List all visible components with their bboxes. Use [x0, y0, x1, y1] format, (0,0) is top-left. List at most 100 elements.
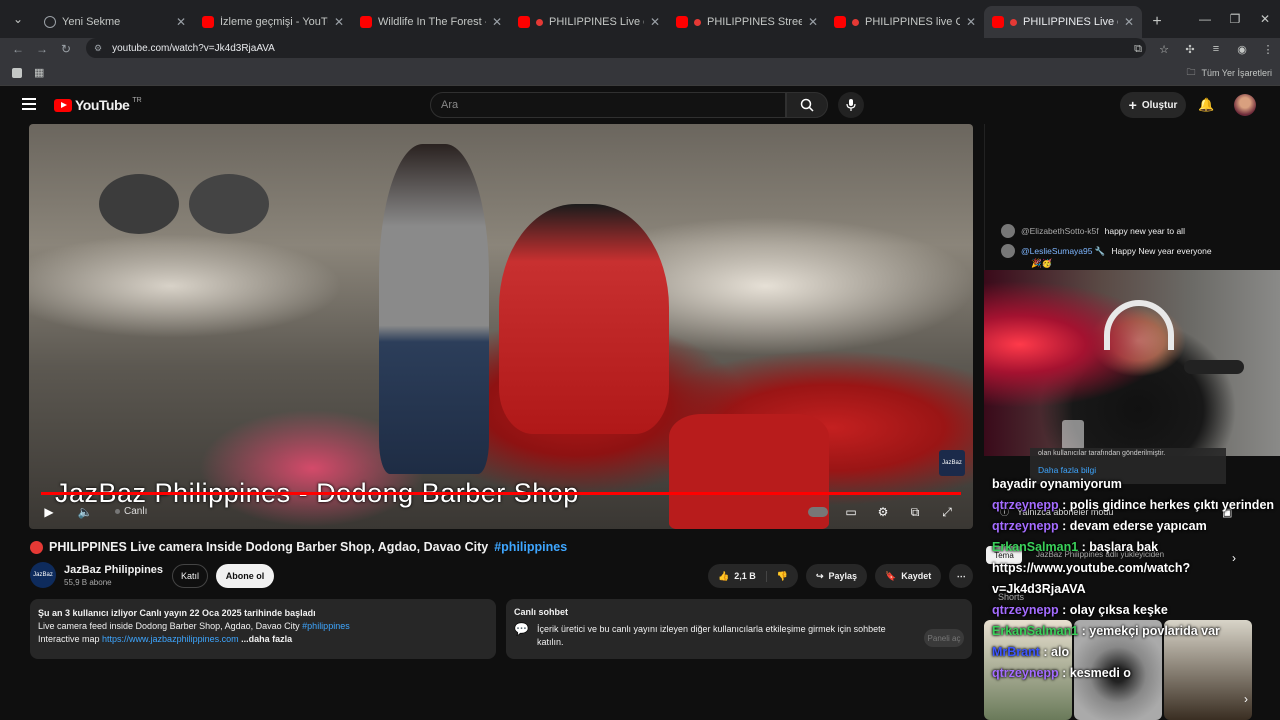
all-bookmarks[interactable]: 🗀 Tüm Yer İşaretleri — [1186, 65, 1272, 81]
description-map-link[interactable]: https://www.jazbazphilippines.com — [102, 634, 239, 644]
tab-close-icon[interactable]: ✕ — [808, 15, 818, 29]
stream-chat-user: qtrzeynepp — [992, 603, 1059, 617]
browser-tab[interactable]: PHILIPPINES Live camera Va ✕ — [510, 6, 668, 38]
restore-icon[interactable]: ❐ — [1220, 0, 1250, 38]
like-button[interactable]: 👍 2,1 B — [718, 570, 767, 582]
browser-tab[interactable]: PHILIPPINES Live camera In ✕ — [984, 6, 1142, 38]
subscribe-button[interactable]: Abone ol — [216, 564, 274, 588]
notifications-bell-icon[interactable]: 🔔 — [1198, 97, 1214, 113]
channel-watermark[interactable]: JazBaz — [939, 450, 965, 476]
save-button[interactable]: 🔖 Kaydet — [875, 564, 942, 588]
more-actions-button[interactable]: ⋯ — [949, 564, 974, 588]
settings-gear-icon[interactable]: ⚙ — [873, 502, 893, 522]
chat-panel: @ElizabethSotto-k5f happy new year to all… — [984, 124, 1252, 274]
tab-close-icon[interactable]: ✕ — [176, 15, 186, 29]
youtube-logo[interactable]: YouTube TR — [54, 97, 142, 113]
show-more-link[interactable]: ...daha fazla — [239, 634, 292, 644]
description-line1: Live camera feed inside Dodong Barber Sh… — [38, 620, 488, 633]
autoplay-toggle[interactable] — [807, 502, 829, 522]
progress-bar[interactable] — [41, 492, 961, 495]
bookmark-star-icon[interactable]: ☆ — [1156, 43, 1172, 56]
live-indicator[interactable]: Canlı — [115, 506, 147, 517]
search-input[interactable]: Ara — [430, 92, 786, 118]
profile-icon[interactable]: ◉ — [1234, 43, 1250, 56]
stream-chat-text: : alo — [1039, 645, 1070, 659]
description-line2: Interactive map https://www.jazbazphilip… — [38, 633, 488, 646]
chat-avatar[interactable] — [1001, 224, 1015, 238]
tab-search-icon[interactable]: ⌄ — [0, 0, 36, 38]
hair-dryer-left — [99, 174, 179, 234]
chat-text: happy new year to all — [1104, 226, 1185, 236]
volume-icon[interactable]: 🔈 — [75, 502, 95, 522]
extensions-icon[interactable]: ✣ — [1182, 43, 1198, 56]
youtube-icon — [202, 16, 214, 28]
guide-menu-icon[interactable] — [22, 98, 36, 110]
chat-username[interactable]: @ElizabethSotto-k5f — [1021, 226, 1099, 236]
tab-close-icon[interactable]: ✕ — [966, 15, 976, 29]
media-icon[interactable]: ≡ — [1208, 43, 1224, 55]
tab-close-icon[interactable]: ✕ — [650, 15, 660, 29]
channel-info: JazBaz JazBaz Philippines 55,9 B abone — [30, 562, 163, 588]
dislike-button[interactable]: 👎 — [767, 571, 798, 582]
youtube-icon — [834, 16, 846, 28]
search-icon — [800, 98, 814, 112]
join-button[interactable]: Katıl — [172, 564, 208, 588]
description-map-label: Interactive map — [38, 634, 103, 644]
browser-tab[interactable]: PHILIPPINES live Cam Strea ✕ — [826, 6, 984, 38]
browser-tab[interactable]: Wildlife In The Forest - 24/7 LIV ✕ — [352, 6, 510, 38]
chat-avatar[interactable] — [1001, 244, 1015, 258]
video-player[interactable]: JazBaz Philippines - Dodong Barber Shop … — [29, 124, 973, 529]
subtitles-icon[interactable]: ▭ — [841, 502, 861, 522]
chat-bubble-icon: 💬 — [514, 622, 529, 636]
tab-title: PHILIPPINES Street View Liv — [707, 16, 802, 28]
browser-tab[interactable]: Yeni Sekme ✕ — [36, 6, 194, 38]
search-button[interactable] — [786, 92, 828, 118]
site-info-icon[interactable]: ⚙ — [94, 43, 102, 54]
forward-icon[interactable]: → — [30, 42, 54, 56]
reload-icon[interactable]: ↻ — [54, 42, 78, 56]
channel-name[interactable]: JazBaz Philippines — [64, 564, 163, 576]
menu-icon[interactable]: ⋮ — [1260, 43, 1276, 56]
voice-search-button[interactable] — [838, 92, 864, 118]
like-dislike-group: 👍 2,1 B 👎 — [708, 564, 798, 588]
tab-close-icon[interactable]: ✕ — [492, 15, 502, 29]
stream-chat-text: v=Jk4d3RjaAVA — [992, 582, 1086, 596]
channel-avatar[interactable]: JazBaz — [30, 562, 56, 588]
stream-chat-line: qtrzeynepp : devam ederse yapıcam — [992, 516, 1280, 537]
close-window-icon[interactable]: ✕ — [1250, 0, 1280, 38]
bookmarks-bar: ▦ 🗀 Tüm Yer İşaretleri — [0, 60, 1280, 86]
chat-username[interactable]: @LeslieSumaya95 🔧 — [1021, 246, 1105, 257]
fullscreen-icon[interactable]: ⤢ — [937, 502, 957, 522]
address-bar-row: ← → ↻ ⚙ youtube.com/watch?v=Jk4d3RjaAVA … — [0, 38, 1280, 60]
tab-title: İzleme geçmişi - YouTube — [220, 16, 328, 28]
new-tab-button[interactable]: + — [1142, 6, 1172, 38]
description-box[interactable]: Şu an 3 kullanıcı izliyor Canlı yayın 22… — [30, 599, 496, 659]
like-count: 2,1 B — [734, 571, 756, 581]
progress-fill — [41, 492, 961, 495]
description-hashtag[interactable]: #philippines — [302, 621, 350, 631]
apps-grid-icon[interactable]: ▦ — [34, 66, 44, 79]
account-avatar[interactable] — [1234, 94, 1256, 116]
minimize-icon[interactable]: — — [1190, 0, 1220, 38]
tab-close-icon[interactable]: ✕ — [334, 15, 344, 29]
tab-close-icon[interactable]: ✕ — [1124, 15, 1134, 29]
browser-tab[interactable]: İzleme geçmişi - YouTube ✕ — [194, 6, 352, 38]
share-button[interactable]: ↪ Paylaş — [805, 564, 868, 588]
browser-tab[interactable]: PHILIPPINES Street View Liv ✕ — [668, 6, 826, 38]
headphones — [1104, 300, 1174, 350]
tab-title: PHILIPPINES Live camera Va — [549, 16, 644, 28]
install-icon[interactable]: ⧉ — [1130, 43, 1146, 56]
play-button[interactable]: ▶ — [39, 502, 59, 522]
video-title-text: PHILIPPINES Live camera Inside Dodong Ba… — [49, 540, 489, 554]
url-input[interactable]: ⚙ youtube.com/watch?v=Jk4d3RjaAVA — [86, 38, 1146, 58]
folder-icon: 🗀 — [1186, 66, 1196, 77]
chat-message: @LeslieSumaya95 🔧 Happy New year everyone — [1001, 244, 1212, 258]
create-button[interactable]: + Oluştur — [1120, 92, 1186, 118]
live-recording-icon — [1010, 18, 1017, 26]
bookmark-item-icon[interactable] — [12, 67, 22, 78]
youtube-icon — [360, 16, 372, 28]
open-panel-button[interactable]: Paneli aç — [924, 629, 964, 647]
miniplayer-icon[interactable]: ⧉ — [905, 502, 925, 522]
back-icon[interactable]: ← — [6, 42, 30, 56]
title-hashtag-link[interactable]: #philippines — [494, 540, 567, 554]
